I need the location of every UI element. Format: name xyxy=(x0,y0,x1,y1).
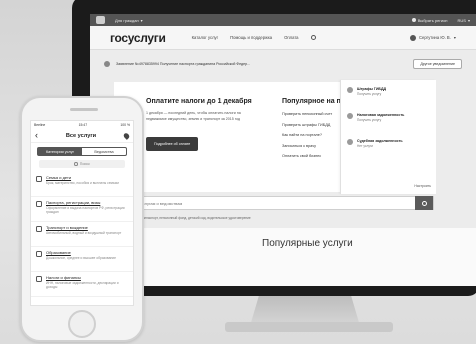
notification-item[interactable]: Судебная задолженность Нет услуги xyxy=(341,132,436,158)
tax-promo: Оплатите налоги до 1 декабря 1 декабря —… xyxy=(146,98,256,151)
logo[interactable]: госуслуги xyxy=(110,31,166,45)
phone-title: Все услуги xyxy=(65,132,97,139)
banner-button[interactable]: Другое уведомление xyxy=(413,59,462,69)
tax-icon xyxy=(347,113,353,119)
search-icon[interactable] xyxy=(310,35,316,40)
category-title: Транспорт и вождение xyxy=(46,225,88,230)
info-icon xyxy=(104,61,110,67)
category-item[interactable]: Налоги и финансы ИНН, налоговые задолженн… xyxy=(31,272,133,297)
region-selector[interactable]: Выбрать регион xyxy=(411,17,448,23)
site-header: госуслуги Каталог услуг Помощь и поддерж… xyxy=(90,26,476,50)
citizens-menu-label: Для граждан xyxy=(115,17,139,23)
monitor-base xyxy=(225,322,393,332)
service-search-input[interactable] xyxy=(115,200,415,206)
citizens-menu[interactable]: Для граждан ▾ xyxy=(115,18,143,23)
notification-title: Налоговая задолженность xyxy=(357,113,405,117)
category-sub: Автомобильный, водный и воздушный трансп… xyxy=(46,231,122,235)
category-title: Паспорта, регистрации, визы xyxy=(46,200,101,205)
notification-title: Штрафы ГИБДД xyxy=(357,87,387,91)
home-button[interactable] xyxy=(68,310,96,338)
user-menu[interactable]: Сергутина Ю. В. ▾ xyxy=(410,34,456,41)
phone-frame: Beeline 15:47 100 % ‹ Все услуги Категор… xyxy=(20,96,144,342)
carrier: Beeline xyxy=(34,123,46,127)
category-title: Налоги и финансы xyxy=(46,275,81,280)
notification-item[interactable]: Штрафы ГИБДД Получить услугу xyxy=(341,80,436,106)
clock: 15:47 xyxy=(78,123,88,127)
segmented-control: Категории услуг Ведомства xyxy=(37,147,127,156)
category-item[interactable]: Транспорт и вождение Автомобильный, водны… xyxy=(31,222,133,247)
car-icon xyxy=(36,226,42,232)
category-item[interactable]: Семья и дети Брак, материнство, пособия и… xyxy=(31,172,133,197)
nav-payment[interactable]: Оплата xyxy=(284,35,298,40)
user-name: Сергутина Ю. В. xyxy=(419,35,451,40)
banner-text[interactable]: Заявление №4978835994 Получение паспорта… xyxy=(116,62,250,66)
phone-search-input[interactable]: Поиск xyxy=(39,160,125,168)
search-icon xyxy=(74,162,78,166)
notification-sub: Получить услугу xyxy=(357,118,382,122)
category-sub: Оформление и выдача паспортов РФ, регист… xyxy=(46,206,125,215)
education-icon xyxy=(36,251,42,257)
service-search xyxy=(114,196,434,210)
phone-speaker xyxy=(70,108,98,111)
desktop-screen: Для граждан ▾ Выбрать регион RUS ▾ госус… xyxy=(90,14,476,286)
nav-catalog[interactable]: Каталог услуг xyxy=(192,35,219,40)
category-sub: Дошкольное, среднее и высшее образование xyxy=(46,256,116,260)
pay-details-button[interactable]: Подробнее об оплате xyxy=(146,136,199,151)
top-bar: Для граждан ▾ Выбрать регион RUS ▾ xyxy=(90,14,476,26)
search-suggestions[interactable]: Загранпаспорт, пенсионный фонд, детский … xyxy=(136,216,251,220)
category-item[interactable]: Паспорта, регистрации, визы Оформление и … xyxy=(31,197,133,222)
category-title: Образование xyxy=(46,250,71,255)
notification-item[interactable]: Налоговая задолженность Получить услугу xyxy=(341,106,436,132)
popular-services-title: Популярные услуги xyxy=(262,238,353,249)
tax-text: 1 декабря — последний день, чтобы оплати… xyxy=(146,111,241,121)
notification-settings-link[interactable]: Настроить xyxy=(414,184,431,188)
passport-icon xyxy=(36,201,42,207)
notification-sub: Получить услугу xyxy=(357,92,382,96)
popular-services-section: Популярные услуги xyxy=(90,228,476,286)
notification-banner: Заявление №4978835994 Получение паспорта… xyxy=(104,54,462,74)
family-icon xyxy=(36,176,42,182)
category-title: Семья и дети xyxy=(46,175,72,180)
back-icon[interactable]: ‹ xyxy=(35,131,38,140)
notifications-panel: Штрафы ГИБДД Получить услугу Налоговая за… xyxy=(340,80,436,194)
phone-screen: Beeline 15:47 100 % ‹ Все услуги Категор… xyxy=(30,120,134,306)
language-label: RUS xyxy=(457,17,466,23)
location-icon[interactable] xyxy=(122,131,131,140)
language-selector[interactable]: RUS ▾ xyxy=(458,18,470,23)
avatar xyxy=(410,34,416,41)
category-item[interactable]: Образование Дошкольное, среднее и высшее … xyxy=(31,247,133,272)
location-icon xyxy=(411,18,416,22)
tab-categories[interactable]: Категории услуг xyxy=(38,148,82,155)
notification-title: Судебная задолженность xyxy=(357,139,403,143)
court-icon xyxy=(347,139,353,145)
finance-icon xyxy=(36,276,42,282)
category-sub: Брак, материнство, пособия и выплаты сем… xyxy=(46,181,119,185)
category-sub: ИНН, налоговые задолженности, декларации… xyxy=(46,281,119,290)
tax-title: Оплатите налоги до 1 декабря xyxy=(146,98,252,105)
emblem-icon xyxy=(96,16,105,24)
battery: 100 % xyxy=(120,123,130,127)
status-bar: Beeline 15:47 100 % xyxy=(31,121,133,129)
tab-departments[interactable]: Ведомства xyxy=(82,148,126,155)
region-label: Выбрать регион xyxy=(417,17,448,23)
search-icon xyxy=(421,200,427,206)
phone-header: ‹ Все услуги xyxy=(31,129,133,143)
car-icon xyxy=(347,87,353,93)
notification-sub: Нет услуги xyxy=(357,144,373,148)
phone-search-placeholder: Поиск xyxy=(79,162,90,166)
nav-help[interactable]: Помощь и поддержка xyxy=(230,35,272,40)
search-button[interactable] xyxy=(415,196,433,210)
